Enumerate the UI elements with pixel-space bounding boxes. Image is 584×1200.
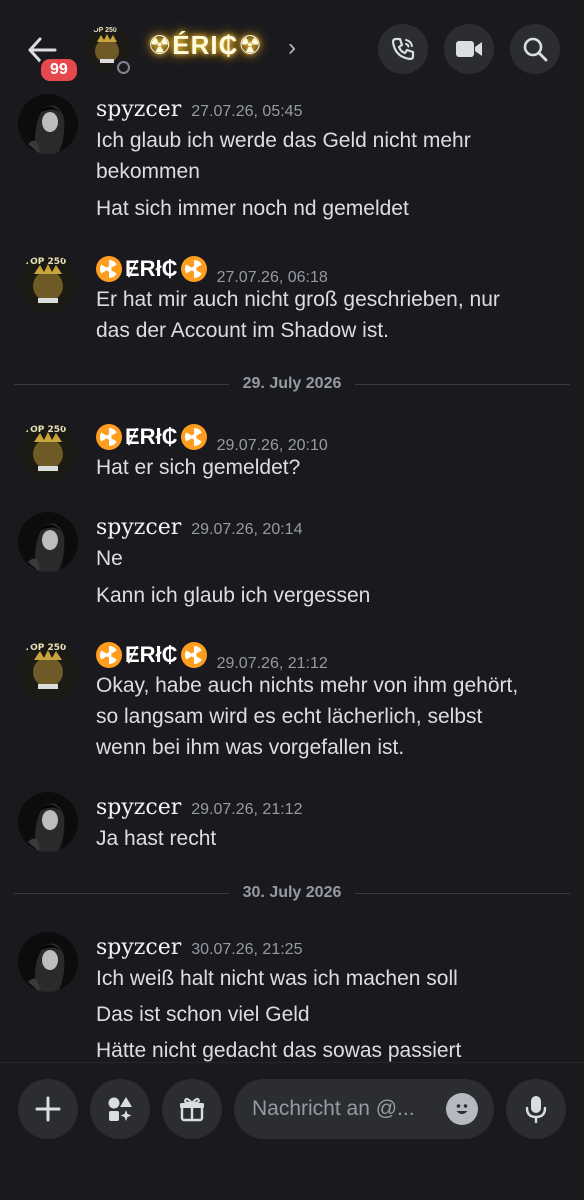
message-text: bekommen: [96, 160, 200, 183]
video-call-button[interactable]: [444, 24, 494, 74]
search-button[interactable]: [510, 24, 560, 74]
radioactive-icon: [96, 424, 122, 450]
avatar-eric[interactable]: TOP 250: [18, 422, 78, 482]
chevron-right-icon[interactable]: ›: [288, 34, 296, 62]
message-header: spyzcer 29.07.26, 20:14: [96, 515, 302, 540]
date-divider-label: 30. July 2026: [242, 884, 342, 901]
chat-header: 99 TOP 250 ☢ÉRI₵☢ ›: [0, 0, 584, 92]
gift-button[interactable]: [162, 1079, 222, 1139]
voice-message-button[interactable]: [506, 1079, 566, 1139]
date-divider-label: 29. July 2026: [242, 375, 342, 392]
radioactive-icon: [96, 256, 122, 282]
message-text: Ne: [96, 547, 123, 570]
message-text: Ich glaub ich werde das Geld nicht mehr: [96, 129, 471, 152]
date-divider: 29. July 2026: [14, 372, 570, 396]
avatar-spyzcer[interactable]: [18, 512, 78, 572]
author-name[interactable]: spyzcer: [96, 795, 181, 820]
radioactive-icon: [180, 256, 207, 282]
author-name[interactable]: spyzcer: [96, 97, 181, 122]
message-input-container: [234, 1079, 494, 1139]
microphone-icon: [525, 1096, 547, 1124]
author-name[interactable]: spyzcer: [96, 515, 181, 540]
date-divider: 30. July 2026: [14, 881, 570, 905]
avatar-spyzcer[interactable]: [18, 94, 78, 154]
message-input[interactable]: [252, 1079, 442, 1139]
message-text: Kann ich glaub ich vergessen: [96, 584, 371, 607]
gift-icon: [180, 1097, 204, 1122]
author-name[interactable]: ɆRł₵: [96, 642, 207, 668]
message-text: Ich weiß halt nicht was ich machen soll: [96, 967, 458, 990]
message-text: Er hat mir auch nicht groß geschrieben, …: [96, 288, 500, 311]
voice-call-button[interactable]: [378, 24, 428, 74]
svg-text:TOP 250: TOP 250: [24, 425, 66, 435]
svg-text:TOP 250: TOP 250: [24, 257, 66, 267]
search-icon: [523, 37, 548, 62]
video-camera-icon: [456, 41, 482, 57]
header-title[interactable]: ☢ÉRI₵☢: [148, 30, 263, 61]
timestamp: 30.07.26, 21:25: [191, 941, 303, 958]
author-name-text: ɆRł₵: [125, 256, 178, 281]
unread-badge: 99: [38, 56, 80, 84]
author-name[interactable]: spyzcer: [96, 935, 181, 960]
message-text: Ja hast recht: [96, 827, 217, 850]
header-avatar-text: TOP 250: [89, 27, 117, 34]
timestamp: 29.07.26, 20:14: [191, 521, 303, 538]
message-text: Hat er sich gemeldet?: [96, 456, 301, 479]
smiley-icon: [456, 1104, 468, 1114]
author-name-text: ɆRł₵: [125, 642, 178, 667]
message-text: Okay, habe auch nichts mehr von ihm gehö…: [96, 674, 519, 697]
avatar-eric[interactable]: TOP 250: [18, 640, 78, 700]
message-list[interactable]: spyzcer 27.07.26, 05:45 Ich glaub ich wer…: [0, 92, 584, 1062]
timestamp: 29.07.26, 21:12: [191, 801, 303, 818]
apps-sparkle-icon: [108, 1097, 132, 1121]
message-composer: [0, 1062, 584, 1200]
message-text: Hätte nicht gedacht das sowas passiert: [96, 1039, 462, 1062]
message-text: wenn bei ihm was vorgefallen ist.: [96, 736, 405, 759]
avatar-spyzcer[interactable]: [18, 932, 78, 992]
apps-button[interactable]: [90, 1079, 150, 1139]
author-name[interactable]: ɆRł₵: [96, 424, 207, 450]
message-text: das der Account im Shadow ist.: [96, 319, 389, 342]
message-header: spyzcer 27.07.26, 05:45: [96, 97, 302, 122]
radioactive-icon: [180, 424, 207, 450]
emoji-button[interactable]: [446, 1093, 478, 1125]
plus-icon: [35, 1096, 61, 1122]
message-text: so langsam wird es echt lächerlich, selb…: [96, 705, 483, 728]
phone-icon: [391, 37, 415, 61]
svg-text:TOP 250: TOP 250: [24, 643, 66, 653]
add-attachment-button[interactable]: [18, 1079, 78, 1139]
message-header: spyzcer 29.07.26, 21:12: [96, 795, 302, 820]
status-offline-icon: [114, 58, 132, 76]
avatar-spyzcer[interactable]: [18, 792, 78, 852]
radioactive-icon: [180, 642, 207, 668]
avatar-eric[interactable]: TOP 250: [18, 254, 78, 314]
radioactive-icon: [96, 642, 122, 668]
message-text: Hat sich immer noch nd gemeldet: [96, 197, 409, 220]
message-header: spyzcer 30.07.26, 21:25: [96, 935, 302, 960]
author-name-text: ɆRł₵: [125, 424, 178, 449]
author-name[interactable]: ɆRł₵: [96, 256, 207, 282]
message-text: Das ist schon viel Geld: [96, 1003, 310, 1026]
timestamp: 27.07.26, 05:45: [191, 103, 303, 120]
